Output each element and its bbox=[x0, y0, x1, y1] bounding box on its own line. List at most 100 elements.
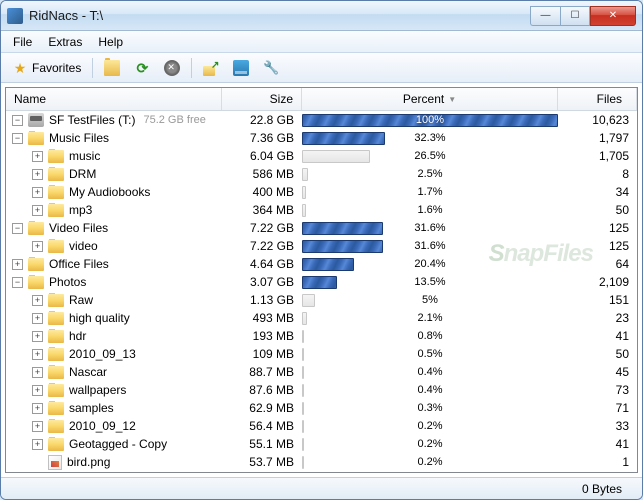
header-size[interactable]: Size bbox=[222, 88, 302, 110]
settings-button[interactable]: 🔧 bbox=[258, 57, 284, 79]
tree-row[interactable]: +Baseball49.9 MB0.2%34 bbox=[6, 471, 637, 472]
drive-icon bbox=[28, 113, 44, 127]
tree-row[interactable]: +hdr193 MB0.8%41 bbox=[6, 327, 637, 345]
statusbar: 0 Bytes bbox=[1, 477, 642, 499]
row-files: 45 bbox=[558, 365, 637, 379]
tree-rows[interactable]: −SF TestFiles (T:)75.2 GB free22.8 GB100… bbox=[6, 111, 637, 472]
tree-row[interactable]: +samples62.9 MB0.3%71 bbox=[6, 399, 637, 417]
tree-row[interactable]: +Office Files4.64 GB20.4%64 bbox=[6, 255, 637, 273]
header-name[interactable]: Name bbox=[6, 88, 222, 110]
tree-row[interactable]: +Raw1.13 GB5%151 bbox=[6, 291, 637, 309]
row-size: 109 MB bbox=[222, 347, 302, 361]
expand-icon[interactable]: + bbox=[32, 439, 43, 450]
folder-icon bbox=[28, 132, 44, 145]
tree-row[interactable]: +video7.22 GB31.6%125 bbox=[6, 237, 637, 255]
row-files: 64 bbox=[558, 257, 637, 271]
row-size: 364 MB bbox=[222, 203, 302, 217]
tree-row[interactable]: +high quality493 MB2.1%23 bbox=[6, 309, 637, 327]
expand-icon[interactable]: + bbox=[32, 205, 43, 216]
folder-icon bbox=[48, 312, 64, 325]
folder-icon bbox=[28, 258, 44, 271]
tree-row[interactable]: bird.png53.7 MB0.2%1 bbox=[6, 453, 637, 471]
tree-row[interactable]: −SF TestFiles (T:)75.2 GB free22.8 GB100… bbox=[6, 111, 637, 129]
close-button[interactable]: ✕ bbox=[590, 6, 636, 26]
stop-button[interactable] bbox=[159, 57, 185, 79]
row-percent: 0.8% bbox=[302, 330, 558, 343]
expand-icon[interactable]: + bbox=[32, 295, 43, 306]
row-files: 151 bbox=[558, 293, 637, 307]
row-size: 55.1 MB bbox=[222, 437, 302, 451]
toolbar-separator bbox=[92, 58, 93, 78]
refresh-icon: ⟳ bbox=[134, 60, 150, 76]
folder-icon bbox=[48, 240, 64, 253]
row-percent: 0.3% bbox=[302, 402, 558, 415]
row-files: 1,797 bbox=[558, 131, 637, 145]
expand-icon[interactable]: + bbox=[32, 331, 43, 342]
open-folder-button[interactable] bbox=[99, 57, 125, 79]
row-percent: 1.6% bbox=[302, 204, 558, 217]
collapse-icon[interactable]: − bbox=[12, 115, 23, 126]
tree-row[interactable]: −Music Files7.36 GB32.3%1,797 bbox=[6, 129, 637, 147]
maximize-button[interactable]: ☐ bbox=[560, 6, 590, 26]
folder-icon bbox=[48, 348, 64, 361]
expand-icon[interactable]: + bbox=[32, 169, 43, 180]
app-window: RidNacs - T:\ — ☐ ✕ File Extras Help ★ F… bbox=[0, 0, 643, 500]
row-percent: 26.5% bbox=[302, 150, 558, 163]
tree-row[interactable]: +Geotagged - Copy55.1 MB0.2%41 bbox=[6, 435, 637, 453]
collapse-icon[interactable]: − bbox=[12, 223, 23, 234]
row-name: SF TestFiles (T:) bbox=[49, 113, 135, 127]
tree-row[interactable]: +2010_09_13109 MB0.5%50 bbox=[6, 345, 637, 363]
row-files: 1 bbox=[558, 455, 637, 469]
tree-row[interactable]: +mp3364 MB1.6%50 bbox=[6, 201, 637, 219]
row-files: 33 bbox=[558, 419, 637, 433]
tree-row[interactable]: −Photos3.07 GB13.5%2,109 bbox=[6, 273, 637, 291]
tree-row[interactable]: −Video Files7.22 GB31.6%125 bbox=[6, 219, 637, 237]
expand-icon[interactable]: + bbox=[32, 367, 43, 378]
menu-file[interactable]: File bbox=[5, 33, 40, 51]
row-name: bird.png bbox=[67, 455, 110, 469]
row-size: 87.6 MB bbox=[222, 383, 302, 397]
minimize-button[interactable]: — bbox=[530, 6, 560, 26]
expand-icon[interactable]: + bbox=[32, 151, 43, 162]
row-name: My Audiobooks bbox=[69, 185, 150, 199]
tree-row[interactable]: +wallpapers87.6 MB0.4%73 bbox=[6, 381, 637, 399]
save-button[interactable] bbox=[228, 57, 254, 79]
collapse-icon[interactable]: − bbox=[12, 277, 23, 288]
row-percent: 20.4% bbox=[302, 258, 558, 271]
tree-row[interactable]: +2010_09_1256.4 MB0.2%33 bbox=[6, 417, 637, 435]
menu-extras[interactable]: Extras bbox=[40, 33, 90, 51]
folder-icon bbox=[48, 294, 64, 307]
expand-icon[interactable]: + bbox=[12, 259, 23, 270]
folder-icon bbox=[28, 222, 44, 235]
header-percent[interactable]: Percent ▼ bbox=[302, 88, 558, 110]
expand-icon[interactable]: + bbox=[32, 241, 43, 252]
tree-row[interactable]: +Nascar88.7 MB0.4%45 bbox=[6, 363, 637, 381]
tree-row[interactable]: +music6.04 GB26.5%1,705 bbox=[6, 147, 637, 165]
row-percent: 13.5% bbox=[302, 276, 558, 289]
favorites-button[interactable]: ★ Favorites bbox=[7, 57, 86, 79]
expand-icon[interactable]: + bbox=[32, 313, 43, 324]
folder-icon bbox=[48, 204, 64, 217]
expand-icon[interactable]: + bbox=[32, 403, 43, 414]
tree-row[interactable]: +My Audiobooks400 MB1.7%34 bbox=[6, 183, 637, 201]
toolbar: ★ Favorites ⟳ ↗ 🔧 bbox=[1, 53, 642, 83]
tree-row[interactable]: +DRM586 MB2.5%8 bbox=[6, 165, 637, 183]
row-size: 493 MB bbox=[222, 311, 302, 325]
export-button[interactable]: ↗ bbox=[198, 57, 224, 79]
expand-icon[interactable]: + bbox=[32, 349, 43, 360]
header-files[interactable]: Files bbox=[558, 88, 637, 110]
collapse-icon[interactable]: − bbox=[12, 133, 23, 144]
refresh-button[interactable]: ⟳ bbox=[129, 57, 155, 79]
folder-icon bbox=[28, 276, 44, 289]
row-files: 41 bbox=[558, 329, 637, 343]
row-percent: 31.6% bbox=[302, 222, 558, 235]
row-name: Music Files bbox=[49, 131, 109, 145]
titlebar[interactable]: RidNacs - T:\ — ☐ ✕ bbox=[1, 1, 642, 31]
row-percent: 0.4% bbox=[302, 366, 558, 379]
expand-icon[interactable]: + bbox=[32, 385, 43, 396]
menu-help[interactable]: Help bbox=[90, 33, 131, 51]
expand-icon[interactable]: + bbox=[32, 187, 43, 198]
row-name: Raw bbox=[69, 293, 93, 307]
row-percent: 32.3% bbox=[302, 132, 558, 145]
expand-icon[interactable]: + bbox=[32, 421, 43, 432]
